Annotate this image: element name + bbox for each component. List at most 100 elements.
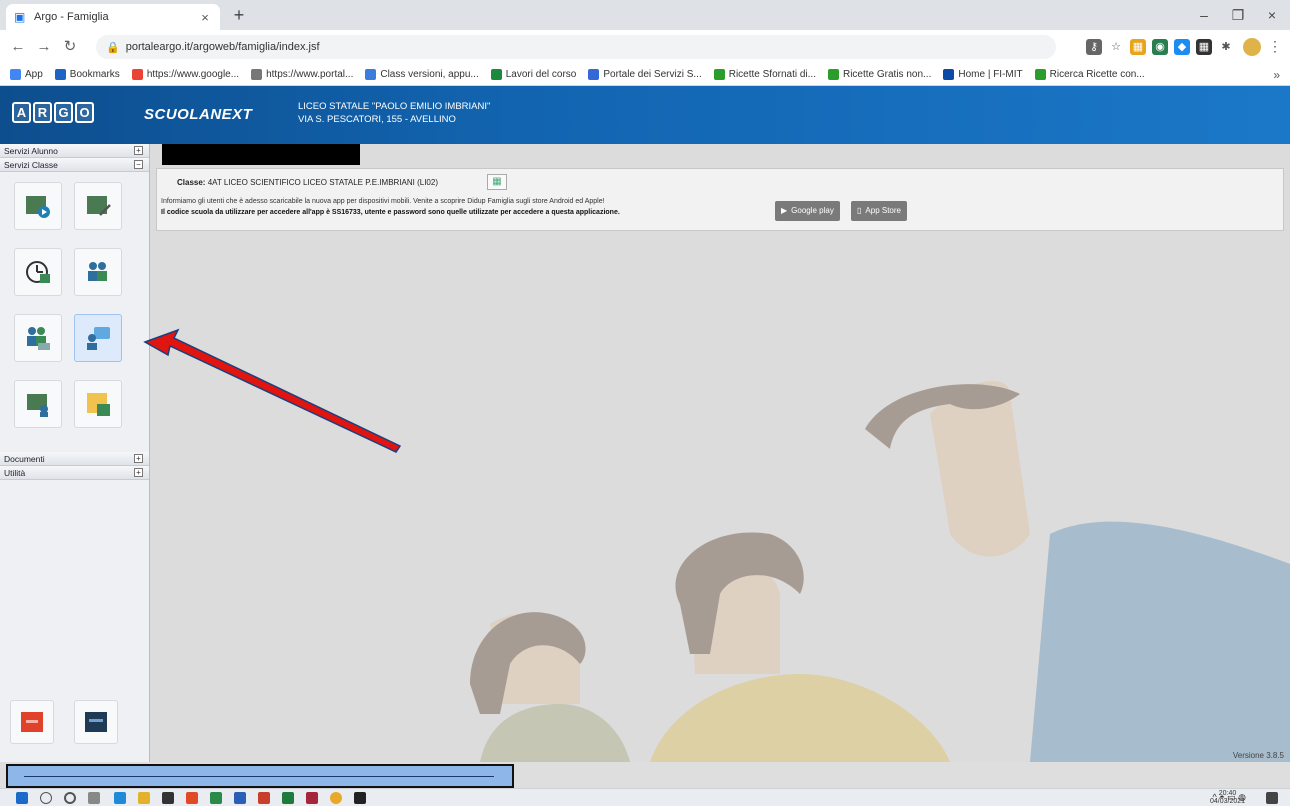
section-utilita[interactable]: Utilità + — [0, 466, 149, 480]
extension-diamond-icon[interactable]: ◆ — [1174, 39, 1190, 55]
extension-grid-icon[interactable]: ▦ — [1196, 39, 1212, 55]
orario-button[interactable] — [14, 248, 62, 296]
google-play-button[interactable]: ▶ Google play — [775, 201, 840, 221]
sidebar: Servizi Alunno + Servizi Classe − Docume… — [0, 144, 150, 762]
browser-toolbar: ← → ↻ 🔒 portaleargo.it/argoweb/famiglia/… — [0, 30, 1290, 64]
argo-logo: A R G O — [12, 102, 94, 123]
word-icon[interactable] — [234, 792, 246, 804]
red-app-icon — [21, 712, 43, 732]
store-icon[interactable] — [162, 792, 174, 804]
ricevimento-docenti-button[interactable] — [14, 314, 62, 362]
play-store-icon: ▶ — [781, 206, 788, 215]
redacted-student-name — [162, 144, 360, 165]
powerpoint-icon[interactable] — [258, 792, 270, 804]
collapse-toggle-icon[interactable]: − — [134, 160, 143, 169]
bookmark-item[interactable]: Ricerca Ricette con... — [1034, 69, 1145, 80]
school-code-text: Il codice scuola da utilizzare per acced… — [161, 209, 620, 216]
red-app-button[interactable] — [10, 700, 54, 744]
edge-icon[interactable] — [114, 792, 126, 804]
sidebar-bottom-actions — [0, 694, 150, 754]
clock-icon — [26, 261, 50, 283]
access-icon[interactable] — [306, 792, 318, 804]
board-play-icon — [26, 196, 50, 218]
family-illustration — [470, 380, 1290, 762]
app-store-button[interactable]: ▯ App Store — [851, 201, 907, 221]
address-bar[interactable]: 🔒 portaleargo.it/argoweb/famiglia/index.… — [96, 35, 1056, 59]
expand-toggle-icon[interactable]: + — [134, 468, 143, 477]
w-icon — [365, 69, 377, 80]
windows-start-icon[interactable] — [16, 792, 28, 804]
docenti-classe-button[interactable] — [74, 248, 122, 296]
sticky-note-icon — [87, 393, 110, 416]
apple-icon: ▯ — [857, 206, 862, 215]
key-icon[interactable]: ⚷ — [1086, 39, 1102, 55]
bookmark-item[interactable]: Bookmarks — [54, 69, 120, 80]
new-tab-button[interactable]: + — [228, 6, 250, 26]
reload-icon[interactable]: ↻ — [60, 37, 80, 57]
bookmark-item[interactable]: Home | FI-MIT — [943, 69, 1023, 80]
bookmarks-overflow-icon[interactable]: » — [1273, 68, 1280, 82]
tab-title: Argo - Famiglia — [34, 11, 109, 23]
version-label: Versione 3.8.5 — [1232, 751, 1284, 760]
registro-classe-button[interactable] — [14, 182, 62, 230]
restore-icon[interactable]: ❐ — [1222, 4, 1254, 26]
close-window-icon[interactable]: × — [1256, 4, 1288, 26]
bacheca-button[interactable] — [74, 314, 122, 362]
bookmark-item[interactable]: Ricette Sfornati di... — [713, 69, 816, 80]
calendar-button[interactable]: ▦ — [487, 174, 507, 190]
file-explorer-icon[interactable] — [138, 792, 150, 804]
publisher-icon[interactable] — [282, 792, 294, 804]
cortana-icon[interactable] — [64, 792, 76, 804]
close-tab-icon[interactable]: × — [198, 10, 212, 25]
section-servizi-classe[interactable]: Servizi Classe − — [0, 158, 149, 172]
task-view-icon[interactable] — [88, 792, 100, 804]
menu-kebab-icon[interactable]: ⋮ — [1268, 38, 1282, 55]
extensions-puzzle-icon[interactable]: ✱ — [1218, 39, 1234, 55]
back-arrow-icon[interactable]: ← — [8, 37, 28, 57]
brand-title: SCUOLANEXT — [144, 106, 253, 123]
portal-icon — [588, 69, 600, 80]
expand-toggle-icon[interactable]: + — [134, 454, 143, 463]
browser-tab[interactable]: ▣ Argo - Famiglia × — [6, 4, 220, 30]
clock[interactable]: 20:40 04/03/2021 — [1210, 790, 1245, 806]
windows-taskbar: ^ ◓ ▭ ◍ 20:40 04/03/2021 — [0, 788, 1290, 806]
firefox-icon[interactable] — [186, 792, 198, 804]
school-address: VIA S. PESCATORI, 155 - AVELLINO — [298, 114, 456, 125]
main-content: Classe: 4AT LICEO SCIENTIFICO LICEO STAT… — [150, 144, 1290, 762]
section-documenti[interactable]: Documenti + — [0, 452, 149, 466]
bookmark-item[interactable]: Ricette Gratis non... — [827, 69, 931, 80]
bookmarks-bar: App Bookmarks https://www.google... http… — [0, 64, 1290, 86]
excel-icon[interactable] — [210, 792, 222, 804]
recipe-icon — [827, 69, 839, 80]
chat-icon[interactable] — [354, 792, 366, 804]
bookmark-item[interactable]: Portale dei Servizi S... — [588, 69, 702, 80]
compiti-assegnati-button[interactable] — [74, 182, 122, 230]
extension-location-icon[interactable]: ◉ — [1152, 39, 1168, 55]
apps-grid-icon — [10, 69, 21, 80]
profile-avatar[interactable] — [1243, 38, 1261, 56]
section-servizi-alunno[interactable]: Servizi Alunno + — [0, 144, 149, 158]
url-text: portaleargo.it/argoweb/famiglia/index.js… — [125, 41, 320, 53]
forward-arrow-icon[interactable]: → — [34, 37, 54, 57]
notifications-icon[interactable] — [1266, 792, 1278, 804]
school-info: LICEO STATALE "PAOLO EMILIO IMBRIANI" VI… — [298, 100, 490, 126]
bookmark-item[interactable]: https://www.portal... — [251, 69, 353, 80]
bookmark-item[interactable]: https://www.google... — [131, 69, 239, 80]
bookmark-item[interactable]: App — [10, 69, 43, 80]
classe-label: Classe: 4AT LICEO SCIENTIFICO LICEO STAT… — [177, 178, 438, 187]
google-icon — [131, 69, 143, 80]
star-icon[interactable]: ☆ — [1108, 39, 1124, 55]
bookmark-item[interactable]: Lavori del corso — [490, 69, 576, 80]
extension-calendar-icon[interactable]: ▦ — [1130, 39, 1146, 55]
info-text: Informiamo gli utenti che è adesso scari… — [161, 198, 605, 205]
bookmark-item[interactable]: Class versioni, appu... — [365, 69, 479, 80]
lock-icon: 🔒 — [106, 41, 120, 54]
search-icon[interactable] — [40, 792, 52, 804]
dark-app-button[interactable] — [74, 700, 118, 744]
minimize-icon[interactable]: – — [1188, 4, 1220, 26]
chrome-icon[interactable] — [330, 792, 342, 804]
note-button[interactable] — [74, 380, 122, 428]
voti-scrutinio-button[interactable] — [14, 380, 62, 428]
board-pencil-icon — [87, 196, 111, 216]
expand-toggle-icon[interactable]: + — [134, 146, 143, 155]
